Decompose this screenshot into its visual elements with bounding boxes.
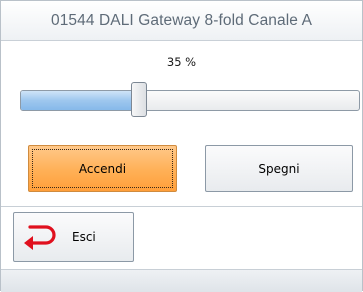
slider-fill [21,91,140,110]
title-bar: 01544 DALI Gateway 8-fold Canale A [1,1,362,41]
turn-off-label: Spegni [258,161,300,176]
turn-off-button[interactable]: Spegni [205,145,353,192]
slider-track[interactable] [20,90,360,111]
turn-on-button[interactable]: Accendi [28,145,177,192]
brightness-percent-label: 35 % [166,55,197,69]
exit-label: Esci [72,230,96,244]
divider [1,206,362,207]
turn-on-label: Accendi [78,161,127,176]
window-title: 01544 DALI Gateway 8-fold Canale A [50,11,313,29]
status-bar [1,269,362,292]
exit-button[interactable]: Esci [13,212,134,262]
slider-thumb[interactable] [131,82,147,117]
brightness-slider[interactable] [20,82,360,117]
return-arrow-icon [22,222,58,252]
dimmer-dialog: 01544 DALI Gateway 8-fold Canale A 35 % … [0,0,363,292]
